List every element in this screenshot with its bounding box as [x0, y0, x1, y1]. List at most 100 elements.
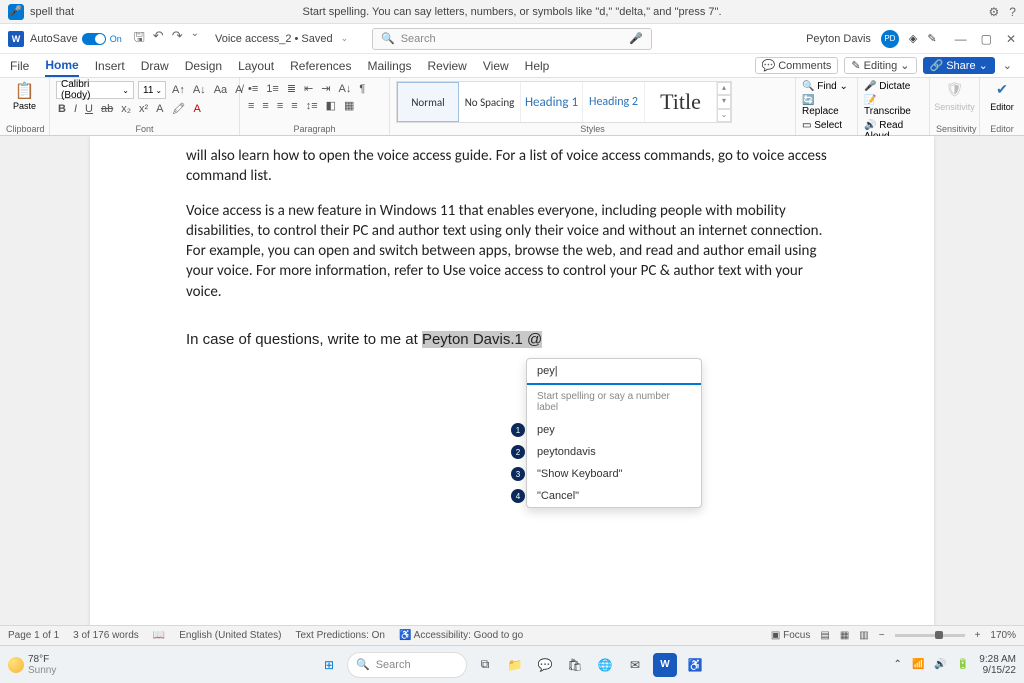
tab-help[interactable]: Help: [525, 56, 550, 76]
font-name-combo[interactable]: Calibri (Body)⌄: [56, 81, 134, 99]
user-name[interactable]: Peyton Davis: [806, 33, 871, 45]
tab-home[interactable]: Home: [45, 55, 78, 77]
mic-icon[interactable]: 🎤: [8, 4, 24, 20]
chat-icon[interactable]: 💬: [533, 653, 557, 677]
editing-mode-button[interactable]: ✎ Editing ⌄: [844, 57, 916, 74]
tab-mailings[interactable]: Mailings: [367, 56, 411, 76]
style-normal[interactable]: Normal: [397, 82, 459, 122]
sort-icon[interactable]: A↓: [336, 82, 353, 96]
zoom-out-icon[interactable]: −: [879, 630, 885, 641]
start-button[interactable]: ⊞: [317, 653, 341, 677]
zoom-slider[interactable]: [895, 634, 965, 637]
highlight-icon[interactable]: 🖍: [170, 101, 188, 116]
tab-draw[interactable]: Draw: [141, 56, 169, 76]
document-area[interactable]: will also learn how to open the voice ac…: [0, 136, 1024, 645]
selected-text[interactable]: Peyton Davis.1 @: [422, 331, 542, 348]
close-button[interactable]: ✕: [1006, 32, 1016, 46]
minimize-button[interactable]: —: [955, 32, 967, 46]
edge-icon[interactable]: 🌐: [593, 653, 617, 677]
zoom-level[interactable]: 170%: [990, 630, 1016, 641]
bold-icon[interactable]: B: [56, 102, 68, 116]
search-mic-icon[interactable]: 🎤: [629, 32, 643, 45]
align-right-icon[interactable]: ≡: [275, 99, 285, 113]
bullets-icon[interactable]: •≡: [246, 82, 260, 96]
align-left-icon[interactable]: ≡: [246, 99, 256, 113]
spellcheck-icon[interactable]: 📖: [153, 630, 165, 641]
tab-view[interactable]: View: [483, 56, 509, 76]
view-print-icon[interactable]: ▤: [820, 630, 829, 641]
text-run[interactable]: In case of questions, write to me at: [186, 331, 422, 348]
accessibility-status[interactable]: ♿ Accessibility: Good to go: [399, 630, 523, 641]
style-no-spacing[interactable]: No Spacing: [459, 82, 521, 122]
paragraph[interactable]: will also learn how to open the voice ac…: [186, 146, 838, 187]
paste-icon[interactable]: 📋: [15, 81, 35, 101]
shrink-font-icon[interactable]: A↓: [191, 83, 208, 97]
strike-icon[interactable]: ab: [99, 102, 115, 116]
document-title[interactable]: Voice access_2 • Saved: [215, 33, 333, 45]
tab-design[interactable]: Design: [185, 56, 222, 76]
styles-up-icon[interactable]: ▴: [717, 82, 731, 95]
spell-input[interactable]: pey|: [527, 359, 701, 385]
spell-option-4[interactable]: 4"Cancel": [527, 485, 701, 507]
wifi-icon[interactable]: 📶: [912, 659, 924, 670]
diamond-icon[interactable]: ◈: [909, 32, 917, 45]
redo-icon[interactable]: ↷: [172, 28, 183, 50]
transcribe-button[interactable]: 📝 Transcribe: [864, 95, 923, 117]
style-heading2[interactable]: Heading 2: [583, 82, 645, 122]
font-color-icon[interactable]: A: [191, 102, 202, 116]
search-box[interactable]: 🔍 Search 🎤: [372, 28, 652, 50]
tab-review[interactable]: Review: [428, 56, 467, 76]
tab-references[interactable]: References: [290, 56, 351, 76]
styles-down-icon[interactable]: ▾: [717, 95, 731, 108]
align-center-icon[interactable]: ≡: [260, 99, 270, 113]
spell-option-2[interactable]: 2peytondavis: [527, 441, 701, 463]
styles-gallery[interactable]: Normal No Spacing Heading 1 Heading 2 Ti…: [396, 81, 732, 123]
accessibility-icon[interactable]: ♿: [683, 653, 707, 677]
maximize-button[interactable]: ▢: [981, 32, 992, 46]
word-taskbar-icon[interactable]: W: [653, 653, 677, 677]
language[interactable]: English (United States): [179, 630, 281, 641]
outdent-icon[interactable]: ⇤: [302, 81, 315, 96]
shading-icon[interactable]: ◧: [324, 98, 338, 113]
dictate-button[interactable]: 🎤 Dictate: [864, 81, 910, 92]
save-icon[interactable]: 🖫: [134, 28, 145, 50]
styles-more-icon[interactable]: ⌄: [717, 109, 731, 122]
paragraph[interactable]: In case of questions, write to me at Pey…: [186, 330, 838, 350]
user-avatar[interactable]: PD: [881, 30, 899, 48]
zoom-in-icon[interactable]: +: [975, 630, 981, 641]
volume-icon[interactable]: 🔊: [934, 659, 946, 670]
ribbon-collapse-icon[interactable]: ⌄: [1001, 58, 1014, 73]
word-count[interactable]: 3 of 176 words: [73, 630, 139, 641]
pen-icon[interactable]: ✎: [927, 32, 936, 45]
multilevel-icon[interactable]: ≣: [285, 81, 298, 96]
weather-widget[interactable]: 78°F Sunny: [0, 654, 56, 676]
mail-icon[interactable]: ✉: [623, 653, 647, 677]
undo-icon[interactable]: ↶: [153, 28, 164, 50]
store-icon[interactable]: 🛍: [563, 653, 587, 677]
comments-button[interactable]: 💬 Comments: [755, 57, 839, 74]
text-predictions[interactable]: Text Predictions: On: [296, 630, 385, 641]
line-spacing-icon[interactable]: ↕≡: [304, 99, 320, 113]
find-button[interactable]: 🔍 Find ⌄: [802, 81, 848, 92]
autosave-toggle[interactable]: AutoSave On: [30, 33, 122, 45]
grow-font-icon[interactable]: A↑: [170, 83, 187, 97]
qat-more-icon[interactable]: ⌄: [191, 28, 199, 50]
subscript-icon[interactable]: x₂: [119, 102, 133, 116]
tray-chevron-icon[interactable]: ⌃: [894, 659, 902, 670]
page-count[interactable]: Page 1 of 1: [8, 630, 59, 641]
indent-icon[interactable]: ⇥: [319, 81, 332, 96]
spell-option-1[interactable]: 1pey: [527, 419, 701, 441]
document-page[interactable]: will also learn how to open the voice ac…: [90, 136, 934, 645]
tab-layout[interactable]: Layout: [238, 56, 274, 76]
spell-option-3[interactable]: 3"Show Keyboard": [527, 463, 701, 485]
paragraph[interactable]: Voice access is a new feature in Windows…: [186, 201, 838, 302]
clock-date[interactable]: 9/15/22: [979, 665, 1016, 676]
numbering-icon[interactable]: 1≡: [264, 82, 281, 96]
underline-icon[interactable]: U: [83, 102, 95, 116]
clock-time[interactable]: 9:28 AM: [979, 654, 1016, 665]
replace-button[interactable]: 🔄 Replace: [802, 95, 851, 117]
tab-insert[interactable]: Insert: [95, 56, 125, 76]
chevron-down-icon[interactable]: ⌄: [341, 33, 349, 44]
justify-icon[interactable]: ≡: [289, 99, 299, 113]
style-title[interactable]: Title: [645, 82, 717, 122]
